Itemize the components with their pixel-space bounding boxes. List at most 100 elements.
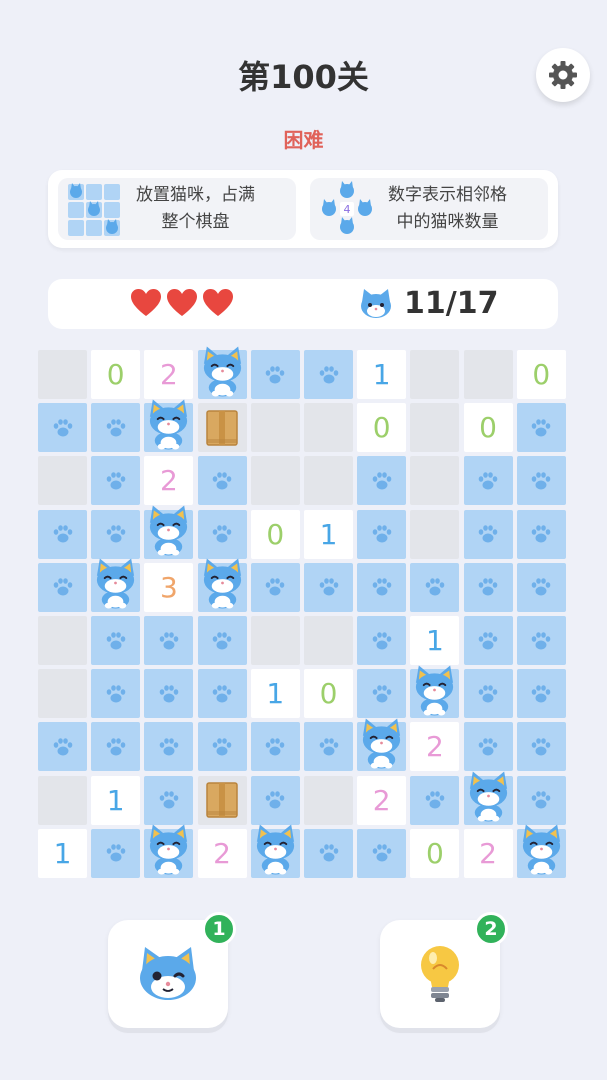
number-cell[interactable]: 2	[357, 775, 407, 825]
paw-cell[interactable]	[357, 456, 407, 506]
paw-cell[interactable]	[357, 669, 407, 719]
empty-cell[interactable]	[463, 350, 513, 399]
paw-cell[interactable]	[516, 403, 566, 453]
cat-cell[interactable]	[516, 824, 566, 878]
number-cell[interactable]: 0	[357, 403, 407, 453]
empty-cell[interactable]	[38, 456, 87, 506]
paw-cell[interactable]	[197, 509, 247, 559]
paw-cell[interactable]	[144, 616, 194, 665]
number-cell[interactable]: 1	[250, 669, 300, 719]
paw-cell[interactable]	[516, 775, 566, 825]
number-cell[interactable]: 1	[91, 775, 141, 825]
paw-cell[interactable]	[463, 562, 513, 612]
cat-cell[interactable]	[197, 558, 247, 612]
number-cell[interactable]: 2	[144, 350, 194, 399]
paw-cell[interactable]	[410, 775, 460, 825]
paw-cell[interactable]	[197, 722, 247, 772]
paw-cell[interactable]	[91, 828, 141, 878]
paw-cell[interactable]	[463, 509, 513, 559]
paw-cell[interactable]	[516, 722, 566, 772]
empty-cell[interactable]	[410, 509, 460, 559]
empty-cell[interactable]	[304, 775, 353, 825]
paw-cell[interactable]	[38, 509, 87, 559]
empty-cell[interactable]	[410, 350, 460, 399]
cat-cell[interactable]	[463, 771, 513, 825]
paw-cell[interactable]	[250, 562, 300, 612]
number-cell[interactable]: 0	[304, 669, 353, 719]
cat-cell[interactable]	[91, 558, 141, 612]
cat-cell[interactable]	[357, 718, 407, 772]
cat-cell[interactable]	[410, 665, 460, 719]
paw-cell[interactable]	[516, 562, 566, 612]
paw-cell[interactable]	[463, 616, 513, 665]
empty-cell[interactable]	[410, 403, 460, 453]
paw-cell[interactable]	[463, 669, 513, 719]
cat-cell[interactable]	[144, 399, 194, 453]
settings-button[interactable]	[536, 48, 590, 102]
paw-cell[interactable]	[144, 722, 194, 772]
paw-cell[interactable]	[144, 669, 194, 719]
number-cell[interactable]: 1	[357, 350, 407, 399]
paw-cell[interactable]	[304, 722, 353, 772]
paw-cell[interactable]	[144, 775, 194, 825]
paw-cell[interactable]	[250, 350, 300, 399]
hint-button[interactable]: 2	[380, 912, 508, 1028]
number-cell[interactable]: 0	[250, 509, 300, 559]
paw-cell[interactable]	[197, 616, 247, 665]
box-cell[interactable]	[197, 775, 247, 825]
empty-cell[interactable]	[304, 456, 353, 506]
cat-cell[interactable]	[144, 505, 194, 559]
paw-cell[interactable]	[91, 509, 141, 559]
paw-cell[interactable]	[357, 509, 407, 559]
number-cell[interactable]: 0	[463, 403, 513, 453]
paw-cell[interactable]	[250, 722, 300, 772]
paw-cell[interactable]	[250, 775, 300, 825]
paw-cell[interactable]	[91, 616, 141, 665]
paw-cell[interactable]	[38, 403, 87, 453]
paw-cell[interactable]	[357, 616, 407, 665]
number-cell[interactable]: 2	[197, 828, 247, 878]
empty-cell[interactable]	[38, 775, 87, 825]
paw-cell[interactable]	[410, 562, 460, 612]
paw-cell[interactable]	[304, 828, 353, 878]
empty-cell[interactable]	[38, 350, 87, 399]
paw-cell[interactable]	[463, 722, 513, 772]
paw-cell[interactable]	[197, 669, 247, 719]
number-cell[interactable]: 2	[410, 722, 460, 772]
cat-cell[interactable]	[197, 346, 247, 399]
empty-cell[interactable]	[250, 403, 300, 453]
cat-wink-button[interactable]: 1	[108, 912, 236, 1028]
empty-cell[interactable]	[38, 616, 87, 665]
empty-cell[interactable]	[38, 669, 87, 719]
number-cell[interactable]: 2	[463, 828, 513, 878]
paw-cell[interactable]	[516, 616, 566, 665]
empty-cell[interactable]	[304, 403, 353, 453]
cat-cell[interactable]	[250, 824, 300, 878]
paw-cell[interactable]	[463, 456, 513, 506]
number-cell[interactable]: 1	[38, 828, 87, 878]
paw-cell[interactable]	[91, 456, 141, 506]
number-cell[interactable]: 1	[304, 509, 353, 559]
empty-cell[interactable]	[410, 456, 460, 506]
empty-cell[interactable]	[250, 456, 300, 506]
paw-cell[interactable]	[38, 722, 87, 772]
paw-cell[interactable]	[91, 669, 141, 719]
number-cell[interactable]: 0	[410, 828, 460, 878]
number-cell[interactable]: 1	[410, 616, 460, 665]
paw-cell[interactable]	[91, 403, 141, 453]
empty-cell[interactable]	[250, 616, 300, 665]
paw-cell[interactable]	[197, 456, 247, 506]
paw-cell[interactable]	[304, 562, 353, 612]
paw-cell[interactable]	[91, 722, 141, 772]
paw-cell[interactable]	[516, 509, 566, 559]
number-cell[interactable]: 3	[144, 562, 194, 612]
number-cell[interactable]: 2	[144, 456, 194, 506]
paw-cell[interactable]	[516, 456, 566, 506]
paw-cell[interactable]	[357, 562, 407, 612]
box-cell[interactable]	[197, 403, 247, 453]
cat-cell[interactable]	[144, 824, 194, 878]
paw-cell[interactable]	[38, 562, 87, 612]
paw-cell[interactable]	[304, 350, 353, 399]
empty-cell[interactable]	[304, 616, 353, 665]
paw-cell[interactable]	[357, 828, 407, 878]
